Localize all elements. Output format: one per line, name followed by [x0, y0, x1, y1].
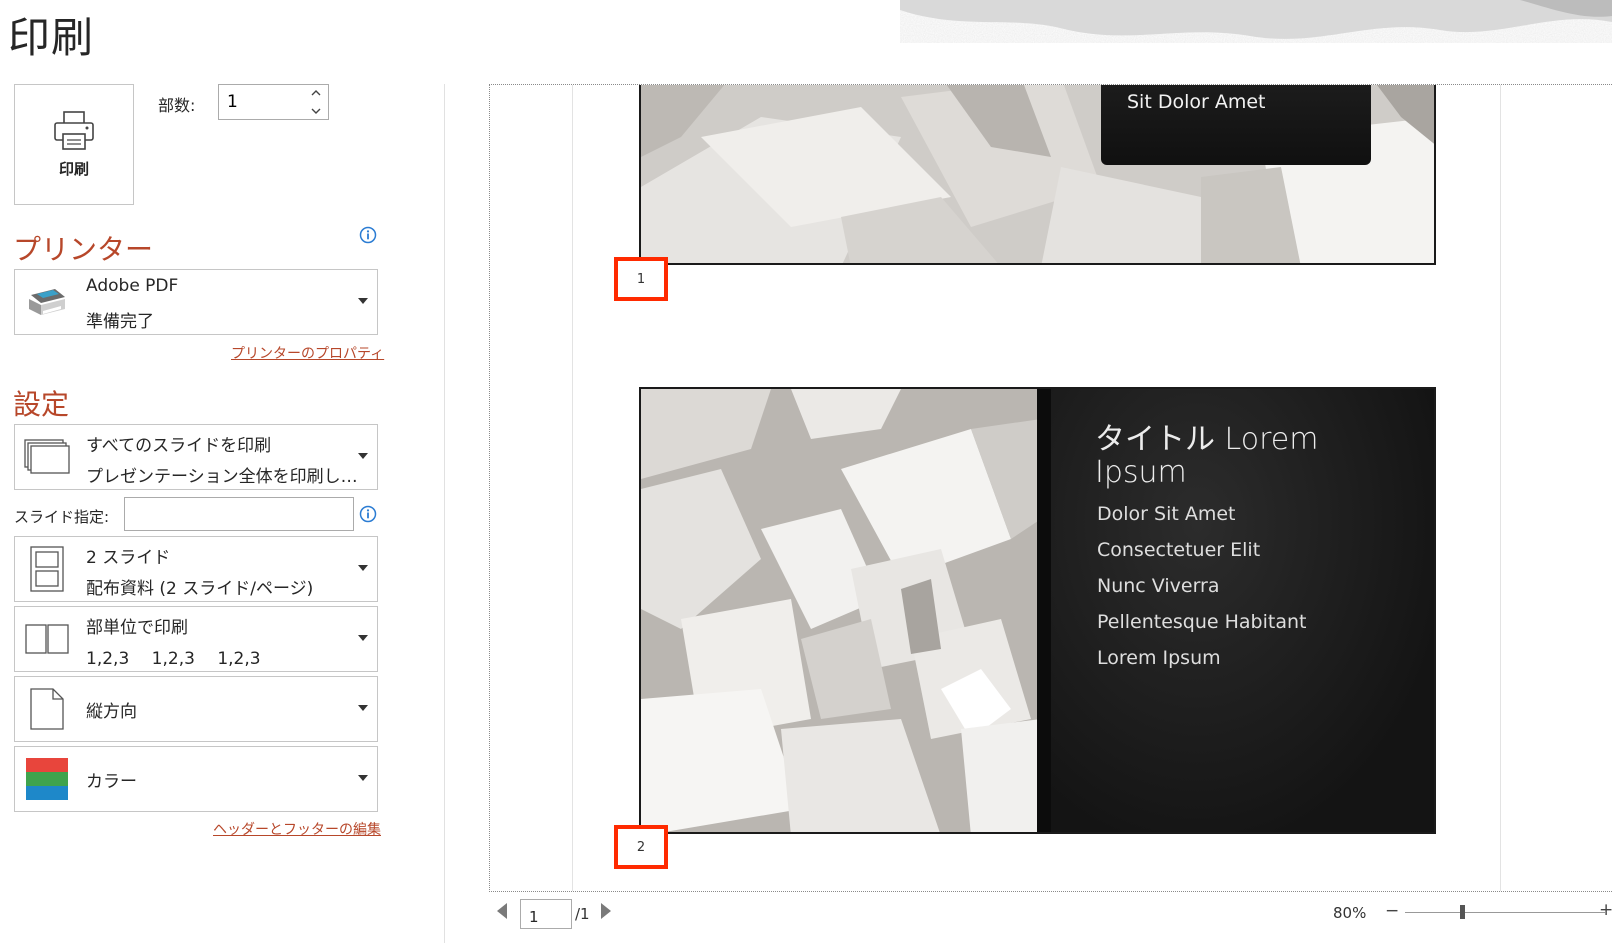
list-item: Consectetuer Elit — [1097, 539, 1261, 561]
spin-down-icon[interactable] — [310, 106, 322, 116]
collate-description: 1,2,3 1,2,3 1,2,3 — [86, 649, 261, 669]
slide-thumbnail-2: タイトル Lorem Ipsum Dolor Sit Amet Consecte… — [639, 387, 1436, 834]
zoom-level[interactable]: 80% — [1333, 904, 1366, 922]
slides-info-icon[interactable] — [359, 505, 377, 523]
print-range-title: すべてのスライドを印刷 — [86, 436, 272, 456]
current-page-field[interactable]: 1 — [520, 899, 572, 929]
color-dropdown[interactable]: カラー — [14, 746, 378, 812]
slide2-title: タイトル Lorem Ipsum — [1095, 422, 1319, 490]
list-item: Pellentesque Habitant — [1097, 611, 1307, 633]
printer-status: 準備完了 — [86, 312, 154, 332]
zoom-slider-track[interactable] — [1405, 912, 1605, 913]
chevron-down-icon — [358, 565, 368, 571]
slide2-bullet-list: Dolor Sit Amet Consectetuer Elit Nunc Vi… — [1097, 503, 1306, 683]
total-pages: /1 — [575, 905, 590, 923]
collate-icon — [25, 624, 69, 654]
page-number-box-2: 2 — [614, 825, 668, 869]
margin-guide-right — [1500, 85, 1501, 891]
zoom-in-button[interactable]: + — [1599, 900, 1612, 920]
handout-layout-icon — [30, 546, 64, 592]
slides-label: スライド指定: — [14, 508, 110, 526]
print-range-dropdown[interactable]: すべてのスライドを印刷 プレゼンテーション全体を印刷し… — [14, 424, 378, 490]
collate-dropdown[interactable]: 部単位で印刷 1,2,3 1,2,3 1,2,3 — [14, 606, 378, 672]
copies-label: 部数: — [158, 96, 196, 115]
pdf-printer-icon — [29, 289, 65, 315]
slide1-text-box: Sit Dolor Amet — [1101, 85, 1371, 165]
print-range-description: プレゼンテーション全体を印刷し… — [86, 467, 358, 487]
list-item: Nunc Viverra — [1097, 575, 1220, 597]
cube-background-image — [641, 389, 1041, 832]
next-page-icon[interactable] — [601, 903, 611, 919]
printer-dropdown[interactable]: Adobe PDF 準備完了 — [14, 269, 378, 335]
orientation-dropdown[interactable]: 縦方向 — [14, 676, 378, 742]
settings-section-title: 設定 — [13, 388, 70, 421]
slide-thumbnail-1: Sit Dolor Amet — [639, 85, 1436, 265]
portrait-page-icon — [30, 688, 64, 730]
printer-properties-link[interactable]: プリンターのプロパティ — [231, 343, 384, 363]
print-preview[interactable]: Sit Dolor Amet 1 タイトル Lorem Ipsum Dolor … — [489, 84, 1612, 892]
slide1-text: Sit Dolor Amet — [1127, 91, 1266, 113]
layout-dropdown[interactable]: 2 スライド 配布資料 (2 スライド/ページ) — [14, 536, 378, 602]
layout-title: 2 スライド — [86, 548, 171, 568]
chevron-down-icon — [358, 635, 368, 641]
printer-info-icon[interactable] — [359, 226, 377, 244]
collate-title: 部単位で印刷 — [86, 618, 188, 638]
all-slides-icon — [24, 439, 70, 474]
chevron-down-icon — [358, 453, 368, 459]
color-label: カラー — [86, 772, 137, 792]
slides-input[interactable] — [124, 497, 354, 531]
print-backstage: 印刷 印刷 部数: プリンター — [0, 0, 1612, 943]
chevron-down-icon — [358, 775, 368, 781]
page-title: 印刷 — [8, 13, 95, 62]
copies-stepper[interactable] — [218, 84, 329, 120]
slide2-text-panel: タイトル Lorem Ipsum Dolor Sit Amet Consecte… — [1037, 389, 1434, 832]
chevron-down-icon — [358, 705, 368, 711]
margin-guide-left — [572, 85, 573, 891]
header-footer-link[interactable]: ヘッダーとフッターの編集 — [213, 819, 381, 839]
panel-edge — [1037, 389, 1051, 832]
panel-divider — [444, 84, 445, 943]
list-item: Lorem Ipsum — [1097, 647, 1221, 669]
list-item: Dolor Sit Amet — [1097, 503, 1236, 525]
zoom-out-button[interactable]: − — [1385, 901, 1399, 921]
printer-icon — [54, 111, 94, 150]
orientation-label: 縦方向 — [86, 702, 137, 722]
copies-input[interactable] — [219, 85, 307, 119]
preview-navigation: 1 /1 80% − + — [489, 895, 1612, 943]
print-button-label: 印刷 — [58, 160, 89, 178]
zoom-slider-thumb[interactable] — [1460, 905, 1465, 919]
print-button[interactable]: 印刷 — [14, 84, 134, 205]
previous-page-icon[interactable] — [497, 903, 507, 919]
color-icon — [26, 758, 68, 800]
layout-description: 配布資料 (2 スライド/ページ) — [86, 579, 314, 599]
decorative-header-texture — [900, 0, 1612, 39]
spin-up-icon[interactable] — [310, 88, 322, 98]
page-number-box-1: 1 — [614, 257, 668, 301]
chevron-down-icon — [358, 298, 368, 304]
page-number-2: 2 — [636, 839, 646, 855]
printer-section-title: プリンター — [13, 233, 154, 266]
printer-name: Adobe PDF — [86, 276, 179, 296]
page-number-1: 1 — [636, 271, 646, 287]
